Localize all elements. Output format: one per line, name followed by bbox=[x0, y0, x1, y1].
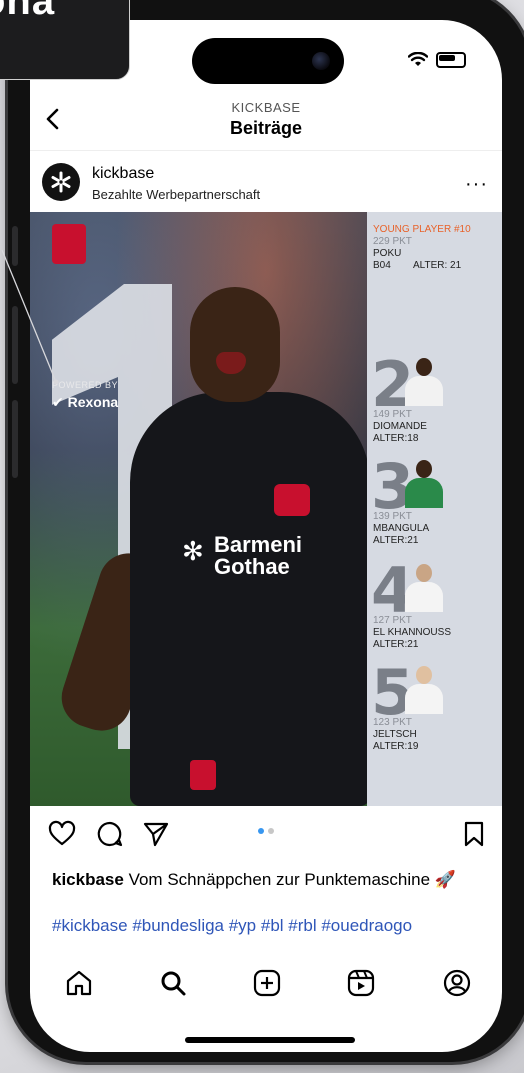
post-username[interactable]: kickbase bbox=[92, 165, 154, 183]
carousel-indicator bbox=[258, 828, 274, 834]
home-indicator bbox=[185, 1037, 355, 1043]
rank-name: JELTSCH bbox=[373, 729, 417, 740]
bookmark-icon[interactable] bbox=[460, 820, 488, 848]
leader-age: ALTER: 21 bbox=[413, 260, 462, 271]
caption-text: Vom Schnäppchen zur Punktemaschine 🚀 bbox=[128, 870, 456, 889]
callout-pointer-line bbox=[1, 249, 59, 385]
comment-icon[interactable] bbox=[96, 820, 124, 848]
post-header: kickbase Bezahlte Werbepartnerschaft ··· bbox=[30, 150, 502, 213]
caption-username[interactable]: kickbase bbox=[52, 870, 124, 889]
jersey-sponsor-logo: ✻ bbox=[182, 536, 204, 566]
caption-hashtags[interactable]: #kickbase #bundesliga #yp #bl #rbl #oued… bbox=[52, 914, 492, 937]
create-icon[interactable] bbox=[252, 968, 282, 998]
header-title: Beiträge bbox=[229, 118, 303, 138]
player-thumb bbox=[403, 562, 445, 612]
rank-age: ALTER:18 bbox=[373, 433, 419, 444]
post-actions bbox=[30, 806, 502, 862]
post-caption: kickbase Vom Schnäppchen zur Punktemasch… bbox=[52, 868, 492, 891]
leader-points: 229 PKT bbox=[373, 236, 412, 247]
rank-points: 127 PKT bbox=[373, 615, 412, 626]
dynamic-island bbox=[192, 38, 344, 84]
club-crest bbox=[274, 484, 310, 516]
profile-icon[interactable] bbox=[442, 968, 472, 998]
rank-name: DIOMANDE bbox=[373, 421, 427, 432]
paid-partnership-label[interactable]: Bezahlte Werbepartnerschaft bbox=[92, 187, 260, 202]
home-icon[interactable] bbox=[64, 968, 94, 998]
rank-points: 123 PKT bbox=[373, 717, 412, 728]
volume-down-button bbox=[12, 400, 18, 478]
wifi-icon bbox=[408, 52, 428, 66]
rank-points: 149 PKT bbox=[373, 409, 412, 420]
player-thumb bbox=[403, 664, 445, 714]
player-thumb bbox=[403, 356, 445, 406]
camera bbox=[312, 52, 330, 70]
carousel-dot-active bbox=[258, 828, 264, 834]
rank-age: ALTER:19 bbox=[373, 741, 419, 752]
rank-age: ALTER:21 bbox=[373, 535, 419, 546]
leader-name: POKU bbox=[373, 248, 402, 259]
more-options-icon[interactable]: ··· bbox=[465, 173, 488, 196]
post-image[interactable]: ✻ Barmeni Gothae POWERED BY ✔ Rexona YOU… bbox=[30, 212, 502, 806]
leader-club: B04 bbox=[373, 260, 391, 271]
panel-title: YOUNG PLAYER #10 bbox=[373, 224, 471, 235]
rank-name: EL KHANNOUSS bbox=[373, 627, 451, 638]
carousel-dot bbox=[268, 828, 274, 834]
bottom-tab-bar bbox=[30, 960, 502, 1010]
shorts-crest bbox=[190, 760, 216, 790]
player-thumb bbox=[403, 458, 445, 508]
player-head bbox=[190, 287, 280, 402]
nav-header: KICKBASE Beiträge bbox=[30, 92, 502, 150]
jersey-sponsor-line2: Gothae bbox=[214, 554, 290, 579]
rank-points: 139 PKT bbox=[373, 511, 412, 522]
send-icon[interactable] bbox=[142, 820, 170, 848]
ranking-panel: YOUNG PLAYER #10 229 PKT POKU B04 ALTER:… bbox=[367, 212, 502, 806]
rank-name: MBANGULA bbox=[373, 523, 430, 534]
player-jersey bbox=[130, 392, 370, 806]
reels-icon[interactable] bbox=[346, 968, 376, 998]
heart-icon[interactable] bbox=[48, 820, 76, 848]
jersey-sponsor-line1: Barmeni bbox=[214, 532, 303, 557]
search-icon[interactable] bbox=[158, 968, 188, 998]
battery-icon bbox=[436, 52, 466, 68]
header-subtitle: KICKBASE bbox=[231, 100, 301, 115]
rank-age: ALTER:21 bbox=[373, 639, 419, 650]
status-bar bbox=[408, 52, 466, 68]
